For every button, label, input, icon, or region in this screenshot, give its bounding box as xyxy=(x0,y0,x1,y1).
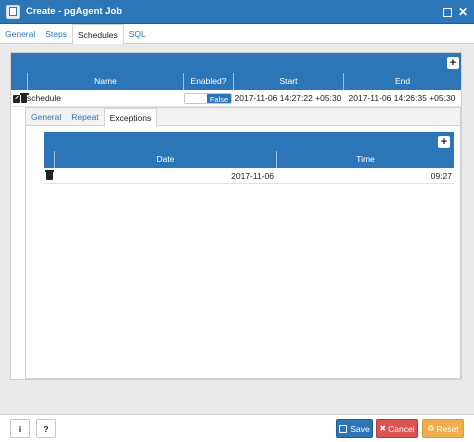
subtab-exceptions[interactable]: Exceptions xyxy=(103,108,158,127)
tab-schedules[interactable]: Schedules xyxy=(72,24,124,45)
database-icon xyxy=(6,4,20,19)
schedule-start[interactable]: 2017-11-06 14:27:22 +05:30 xyxy=(233,90,343,107)
delete-icon[interactable] xyxy=(45,170,54,180)
toggle-label: False xyxy=(206,94,232,103)
help-button[interactable]: ? xyxy=(36,419,56,438)
column-date[interactable]: Date xyxy=(54,151,276,168)
schedules-grid-header: Name Enabled? Start End xyxy=(11,73,461,90)
close-icon[interactable]: ✕ xyxy=(456,5,470,19)
table-row[interactable]: 2017-11-06 09:27 xyxy=(44,168,454,184)
schedule-subnode: General Repeat Exceptions + Date Time 20… xyxy=(25,107,461,379)
toggle-track xyxy=(184,94,207,103)
schedule-end[interactable]: 2017-11-06 14:26:35 +05:30 xyxy=(343,90,461,107)
delete-icon[interactable] xyxy=(19,92,30,103)
column-enabled[interactable]: Enabled? xyxy=(183,73,233,90)
exceptions-header: + xyxy=(44,132,454,151)
exceptions-panel: + Date Time 2017-11-06 09:27 xyxy=(44,132,454,372)
enabled-toggle[interactable]: False xyxy=(183,93,233,104)
subtab-general[interactable]: General xyxy=(26,108,66,126)
reset-button[interactable]: ♻ Reset xyxy=(422,419,464,438)
cancel-button[interactable]: ✖ Cancel xyxy=(376,419,418,438)
schedules-panel: + Name Enabled? Start End schedule False… xyxy=(10,52,462,380)
exception-date[interactable]: 2017-11-06 xyxy=(54,168,276,184)
table-row[interactable]: schedule False 2017-11-06 14:27:22 +05:3… xyxy=(11,90,461,107)
column-end[interactable]: End xyxy=(343,73,461,90)
reset-label: Reset xyxy=(436,423,459,434)
row-actions xyxy=(11,90,30,107)
tab-sql[interactable]: SQL xyxy=(124,24,151,44)
add-schedule-button[interactable]: + xyxy=(447,57,459,69)
schedule-subtabs: General Repeat Exceptions xyxy=(26,108,460,127)
title-bar: Create - pgAgent Job ✕ xyxy=(0,0,474,24)
add-exception-button[interactable]: + xyxy=(438,136,450,148)
cancel-label: Cancel xyxy=(388,423,415,434)
save-label: Save xyxy=(350,423,370,434)
edit-icon[interactable] xyxy=(13,94,20,103)
save-icon xyxy=(339,424,348,433)
save-button[interactable]: Save xyxy=(336,419,373,438)
column-name[interactable]: Name xyxy=(27,73,183,90)
tab-steps[interactable]: Steps xyxy=(40,24,72,44)
header-actions xyxy=(44,151,54,168)
dialog-tabs: General Steps Schedules SQL xyxy=(0,24,474,45)
dialog-title: Create - pgAgent Job xyxy=(26,6,123,17)
info-button[interactable]: i xyxy=(10,419,30,438)
exceptions-grid-header: Date Time xyxy=(44,151,454,168)
header-actions xyxy=(11,73,27,90)
maximize-icon[interactable] xyxy=(443,8,452,17)
dialog-footer: i ? Save ✖ Cancel ♻ Reset xyxy=(0,414,474,442)
subtab-repeat[interactable]: Repeat xyxy=(66,108,103,126)
schedules-header: + xyxy=(11,53,461,73)
enabled-cell: False xyxy=(183,90,233,107)
recycle-icon: ♻ xyxy=(427,424,435,433)
exception-time[interactable]: 09:27 xyxy=(276,168,454,184)
tab-content: + Name Enabled? Start End schedule False… xyxy=(0,44,474,414)
column-start[interactable]: Start xyxy=(233,73,343,90)
close-icon: ✖ xyxy=(379,424,387,433)
column-time[interactable]: Time xyxy=(276,151,454,168)
tab-general[interactable]: General xyxy=(0,24,40,44)
schedule-name[interactable]: schedule xyxy=(27,90,183,107)
row-actions xyxy=(44,168,54,184)
